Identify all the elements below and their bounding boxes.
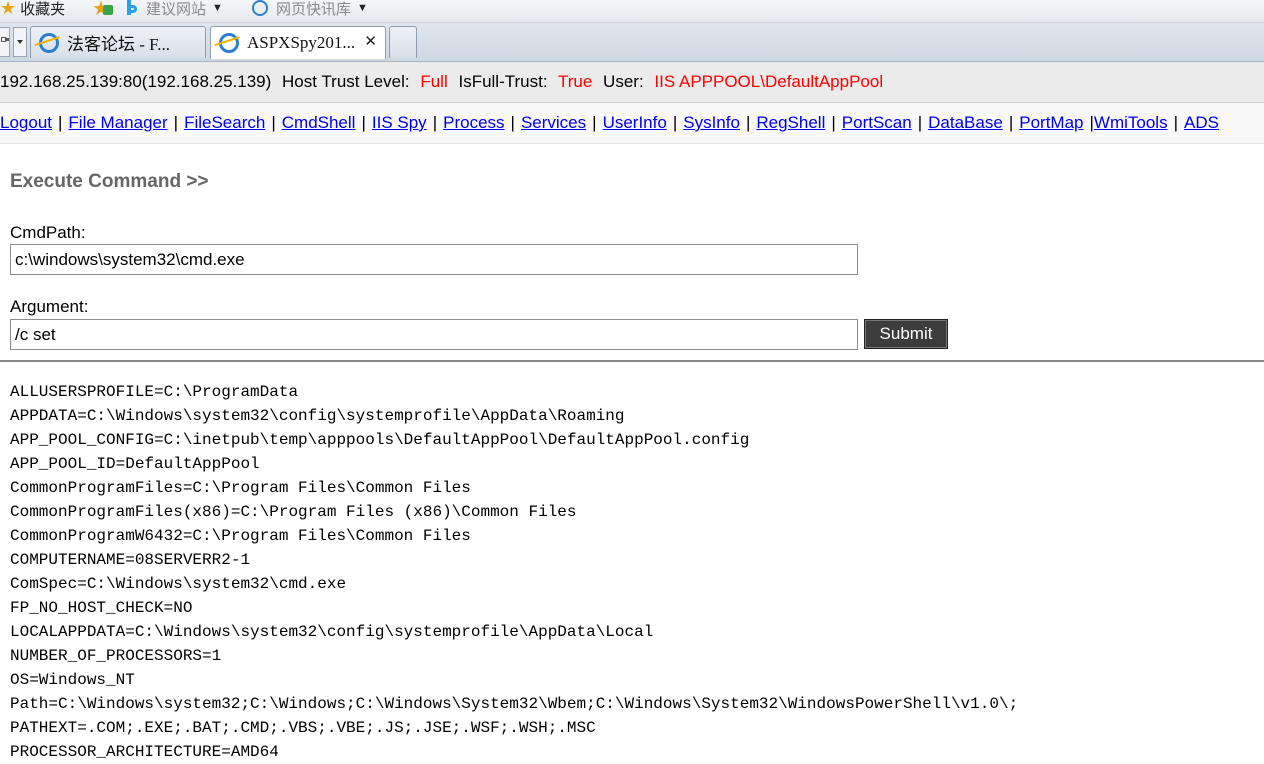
web-slice-gallery-link[interactable]: 网页快讯库 ▼ <box>252 0 368 19</box>
output-line: PATHEXT=.COM;.EXE;.BAT;.CMD;.VBS;.VBE;.J… <box>10 719 596 737</box>
server-address: 192.168.25.139:80(192.168.25.139) <box>0 72 272 91</box>
nav-link-logout[interactable]: Logout <box>0 113 52 132</box>
user-label: User: <box>603 72 644 91</box>
output-line: LOCALAPPDATA=C:\Windows\system32\config\… <box>10 623 654 641</box>
output-line: APP_POOL_ID=DefaultAppPool <box>10 455 260 473</box>
chevron-down-icon: ▼ <box>212 2 223 14</box>
output-line: APP_POOL_CONFIG=C:\inetpub\temp\apppools… <box>10 431 750 449</box>
nav-link-portscan[interactable]: PortScan <box>842 113 912 132</box>
divider <box>0 360 1264 362</box>
bing-icon <box>126 0 138 17</box>
output-line: ComSpec=C:\Windows\system32\cmd.exe <box>10 575 347 593</box>
tab-list-button[interactable] <box>13 27 27 57</box>
nav-link-userinfo[interactable]: UserInfo <box>603 113 667 132</box>
output-line: CommonProgramW6432=C:\Program Files\Comm… <box>10 527 471 545</box>
tab-title: ASPXSpy201... <box>247 33 356 52</box>
new-tab-button[interactable] <box>389 26 417 58</box>
nav-link-regshell[interactable]: RegShell <box>756 113 825 132</box>
suggested-sites-label: 建议网站 <box>146 0 207 18</box>
output-line: CommonProgramFiles=C:\Program Files\Comm… <box>10 479 471 497</box>
web-slice-gallery-label: 网页快讯库 <box>276 0 352 18</box>
submit-button[interactable]: Submit <box>864 319 948 349</box>
quick-tabs-button[interactable] <box>0 27 10 57</box>
host-trust-label: Host Trust Level: <box>282 72 410 91</box>
tab-bar: 法客论坛 - F... ASPXSpy201... ✕ <box>0 23 1264 62</box>
ie-icon <box>39 32 59 53</box>
star-icon: ★ <box>0 0 17 18</box>
output-line: PROCESSOR_ARCHITECTURE=AMD64 <box>10 743 279 761</box>
nav-link-file-manager[interactable]: File Manager <box>68 113 167 132</box>
nav-link-iis-spy[interactable]: IIS Spy <box>372 113 427 132</box>
tab-fake-forum[interactable]: 法客论坛 - F... <box>30 26 206 58</box>
favorites-label: 收藏夹 <box>20 0 66 18</box>
close-icon[interactable]: ✕ <box>364 32 377 50</box>
command-output: ALLUSERSPROFILE=C:\ProgramData APPDATA=C:… <box>10 380 1264 764</box>
output-line: COMPUTERNAME=08SERVERR2-1 <box>10 551 251 569</box>
nav-link-process[interactable]: Process <box>443 113 504 132</box>
nav-link-database[interactable]: DataBase <box>928 113 1003 132</box>
nav-link-portmap[interactable]: PortMap <box>1019 113 1083 132</box>
suggested-sites-link[interactable]: 建议网站 ▼ <box>126 0 223 19</box>
output-line: ALLUSERSPROFILE=C:\ProgramData <box>10 383 299 401</box>
output-line: CommonProgramFiles(x86)=C:\Program Files… <box>10 503 577 521</box>
favorites-button[interactable]: ★ 收藏夹 <box>0 0 65 19</box>
argument-label: Argument: <box>10 297 89 316</box>
tab-title: 法客论坛 - F... <box>67 35 171 54</box>
output-line: NUMBER_OF_PROCESSORS=1 <box>10 647 222 665</box>
nav-links: Logout | File Manager | FileSearch | CmdShell |… <box>0 103 1264 144</box>
user-value: IIS APPPOOL\DefaultAppPool <box>654 72 884 91</box>
full-trust-value: True <box>557 72 593 91</box>
ie-icon <box>252 0 268 16</box>
nav-link-services[interactable]: Services <box>521 113 586 132</box>
section-title: Execute Command >> <box>10 171 209 192</box>
nav-link-sysinfo[interactable]: SysInfo <box>683 113 740 132</box>
host-trust-value: Full <box>420 72 448 91</box>
output-line: OS=Windows_NT <box>10 671 135 689</box>
nav-link-filesearch[interactable]: FileSearch <box>184 113 265 132</box>
argument-input[interactable]: /c set <box>10 319 858 350</box>
cmdpath-input[interactable]: c:\windows\system32\cmd.exe <box>10 244 858 275</box>
nav-link-cmdshell[interactable]: CmdShell <box>282 113 356 132</box>
full-trust-label: IsFull-Trust: <box>458 72 548 91</box>
ie-icon <box>219 33 239 53</box>
output-line: APPDATA=C:\Windows\system32\config\syste… <box>10 407 625 425</box>
nav-link-ads[interactable]: ADS <box>1184 113 1219 132</box>
add-to-favorites-icon[interactable]: ★ <box>92 0 116 20</box>
nav-link-wmitools[interactable]: WmiTools <box>1094 113 1168 132</box>
cmdpath-label: CmdPath: <box>10 223 86 242</box>
favorites-bar: ★ 收藏夹 ★ 建议网站 ▼ 网页快讯库 ▼ <box>0 0 1264 23</box>
output-line: FP_NO_HOST_CHECK=NO <box>10 599 193 617</box>
server-info-bar: 192.168.25.139:80(192.168.25.139) Host T… <box>0 62 1264 103</box>
chevron-down-icon: ▼ <box>357 2 368 14</box>
output-line: Path=C:\Windows\system32;C:\Windows;C:\W… <box>10 695 1019 713</box>
tab-aspxspy[interactable]: ASPXSpy201... ✕ <box>210 26 386 59</box>
